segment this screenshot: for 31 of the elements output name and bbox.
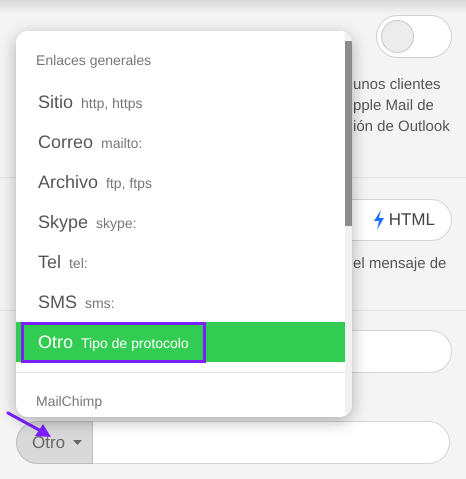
protocol-dropdown[interactable]: Otro — [16, 421, 94, 464]
lightning-icon — [372, 210, 385, 230]
section-header: MailChimp — [36, 393, 102, 409]
item-hint: sms: — [85, 294, 115, 312]
item-label: Sitio — [38, 90, 74, 114]
item-hint: http, https — [81, 94, 142, 113]
caret-icon — [73, 440, 82, 445]
description-text: unos clientes — [353, 75, 442, 95]
menu-item[interactable]: Archivo ftp, ftps — [16, 162, 345, 202]
item-hint: tel: — [69, 254, 88, 272]
item-label: Tel — [38, 250, 62, 274]
item-label: Correo — [38, 130, 94, 154]
item-hint: ftp, ftps — [106, 174, 152, 193]
menu-item[interactable]: Sitio http, https — [16, 82, 345, 122]
toggle-switch[interactable] — [376, 15, 452, 58]
scrollbar[interactable] — [345, 31, 352, 417]
menu-item[interactable]: SMS sms: — [16, 282, 345, 322]
item-hint: Tipo de protocolo — [81, 334, 189, 353]
item-label: Archivo — [38, 170, 98, 194]
item-label: Skype — [38, 210, 88, 234]
item-hint: skype: — [96, 214, 136, 233]
url-field[interactable] — [93, 421, 450, 464]
menu-item[interactable]: Tel tel: — [16, 242, 345, 282]
section-header: Enlaces generales — [36, 52, 152, 68]
item-hint: mailto: — [101, 134, 142, 152]
note-text: el mensaje de — [353, 255, 446, 272]
item-label: SMS — [38, 290, 78, 314]
description-text: pple Mail de — [353, 96, 435, 116]
item-label: Otro — [38, 330, 74, 354]
menu-item[interactable]: Correo mailto: — [16, 122, 345, 162]
description-text: ión de Outlook — [353, 117, 451, 137]
